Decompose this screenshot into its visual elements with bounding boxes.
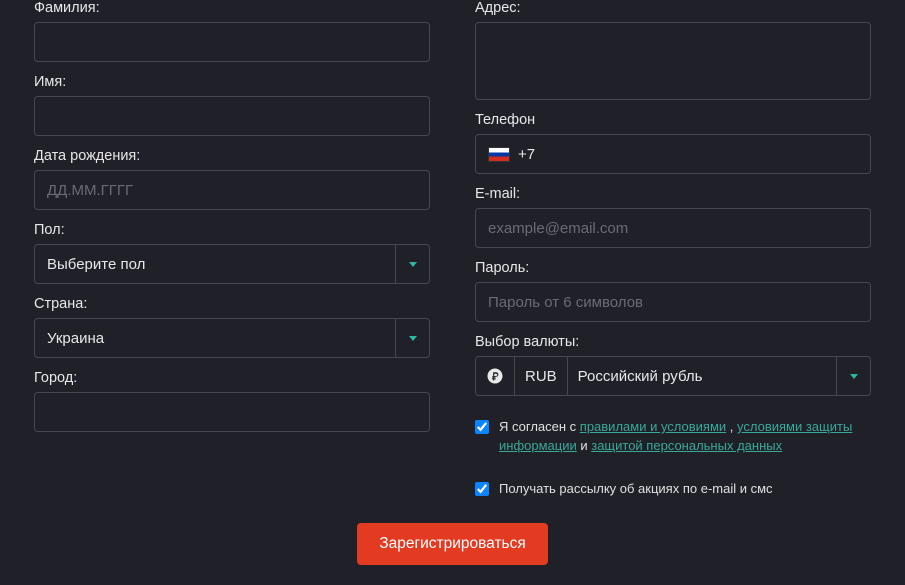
currency-name: Российский рубль [567, 357, 703, 395]
data-link[interactable]: защитой персональных данных [591, 438, 782, 453]
firstname-field: Имя: [34, 74, 430, 136]
gender-caret[interactable] [395, 245, 429, 283]
chevron-down-icon [409, 262, 417, 267]
chevron-down-icon [409, 336, 417, 341]
password-field: Пароль: [475, 260, 871, 322]
phone-code: +7 [518, 146, 535, 163]
currency-label: Выбор валюты: [475, 334, 871, 350]
rules-link[interactable]: правилами и условиями [580, 419, 726, 434]
city-field: Город: [34, 370, 430, 432]
consent-checkbox[interactable] [475, 420, 489, 434]
newsletter-text: Получать рассылку об акциях по e-mail и … [499, 480, 773, 499]
phone-label: Телефон [475, 112, 871, 128]
consent-text: Я согласен с правилами и условиями , усл… [499, 418, 871, 456]
email-input[interactable] [475, 208, 871, 248]
consent-and: и [577, 438, 592, 453]
gender-field: Пол: Выберите пол [34, 222, 430, 284]
lastname-label: Фамилия: [34, 0, 430, 16]
right-column: Адрес: Телефон +7 E-mail: Пароль: Выбор … [475, 0, 871, 499]
phone-field: Телефон +7 [475, 112, 871, 174]
dob-input[interactable] [34, 170, 430, 210]
country-field: Страна: Украина [34, 296, 430, 358]
gender-label: Пол: [34, 222, 430, 238]
dob-field: Дата рождения: [34, 148, 430, 210]
lastname-field: Фамилия: [34, 0, 430, 62]
flag-russia-icon [488, 147, 510, 162]
password-label: Пароль: [475, 260, 871, 276]
address-field: Адрес: [475, 0, 871, 100]
register-button[interactable]: Зарегистрироваться [357, 523, 548, 565]
address-label: Адрес: [475, 0, 871, 16]
password-input[interactable] [475, 282, 871, 322]
firstname-input[interactable] [34, 96, 430, 136]
consent-comma: , [726, 419, 737, 434]
email-label: E-mail: [475, 186, 871, 202]
gender-value: Выберите пол [35, 245, 395, 283]
email-field: E-mail: [475, 186, 871, 248]
chevron-down-icon [850, 374, 858, 379]
dob-label: Дата рождения: [34, 148, 430, 164]
country-caret[interactable] [395, 319, 429, 357]
country-label: Страна: [34, 296, 430, 312]
city-input[interactable] [34, 392, 430, 432]
ruble-icon [486, 367, 504, 385]
address-input[interactable] [475, 22, 871, 100]
phone-input[interactable] [543, 146, 858, 163]
newsletter-checkbox[interactable] [475, 482, 489, 496]
currency-caret[interactable] [836, 357, 870, 395]
currency-code: RUB [514, 357, 557, 395]
currency-select[interactable]: RUB Российский рубль [475, 356, 871, 396]
submit-row: Зарегистрироваться [0, 523, 905, 565]
gender-select[interactable]: Выберите пол [34, 244, 430, 284]
registration-form: Фамилия: Имя: Дата рождения: Пол: Выбери… [0, 0, 905, 499]
currency-main: RUB Российский рубль [476, 357, 836, 395]
lastname-input[interactable] [34, 22, 430, 62]
phone-input-wrap[interactable]: +7 [475, 134, 871, 174]
city-label: Город: [34, 370, 430, 386]
country-select[interactable]: Украина [34, 318, 430, 358]
consent-prefix: Я согласен с [499, 419, 580, 434]
currency-field: Выбор валюты: RUB Российский рубль [475, 334, 871, 396]
firstname-label: Имя: [34, 74, 430, 90]
left-column: Фамилия: Имя: Дата рождения: Пол: Выбери… [34, 0, 430, 499]
consent-row: Я согласен с правилами и условиями , усл… [475, 418, 871, 456]
country-value: Украина [35, 319, 395, 357]
newsletter-row: Получать рассылку об акциях по e-mail и … [475, 480, 871, 499]
